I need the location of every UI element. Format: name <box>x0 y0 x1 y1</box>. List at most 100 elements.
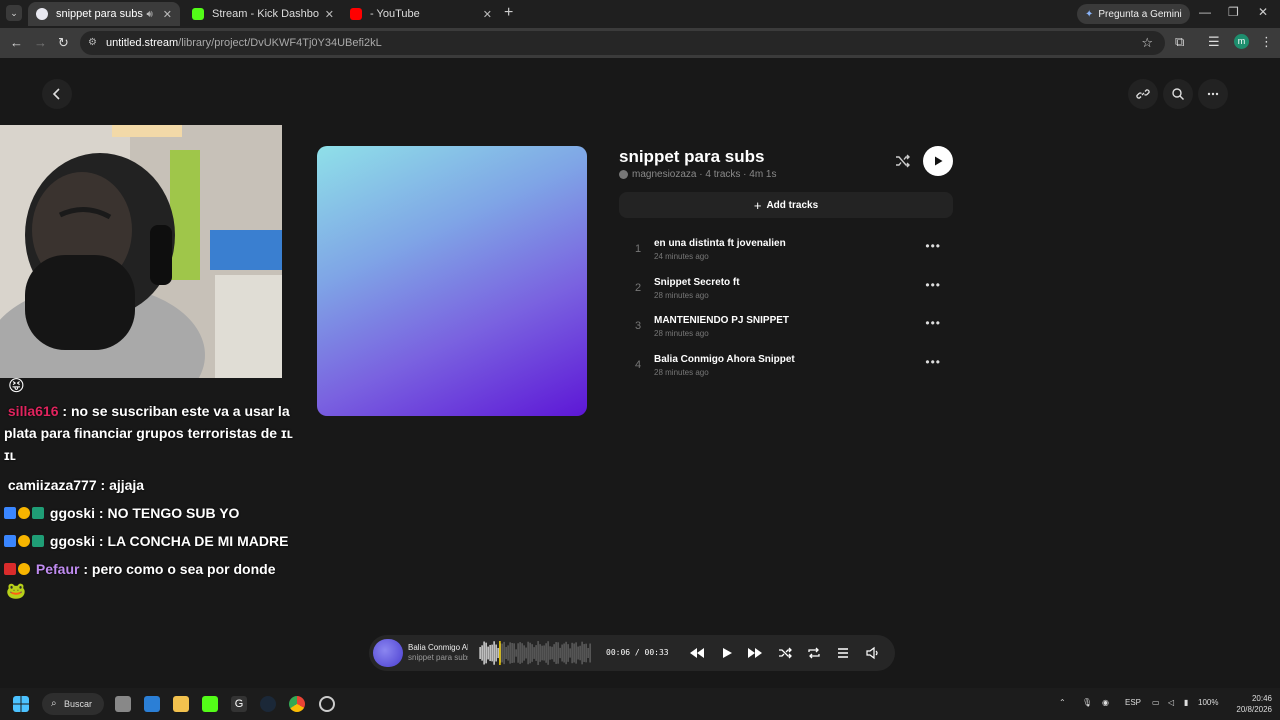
monitor-icon[interactable]: ▭ <box>1152 698 1160 707</box>
obs-icon[interactable] <box>319 696 335 712</box>
waveform-bar <box>567 644 569 662</box>
track-row[interactable]: 3 MANTENIENDO PJ SNIPPET 28 minutes ago … <box>619 308 953 344</box>
bookmark-star-icon[interactable]: ☆ <box>1141 35 1153 51</box>
speaker-icon[interactable]: ◁ <box>1168 698 1174 707</box>
waveform-bar <box>501 643 503 663</box>
waveform-bar <box>505 646 507 660</box>
chrome-icon[interactable] <box>289 696 305 712</box>
copy-link-button[interactable] <box>1128 79 1158 109</box>
close-tab-icon[interactable]: ✕ <box>483 8 492 21</box>
waveform-bar <box>587 647 589 659</box>
browser-tab-bar: ⌄ snippet para subs 🔊︎ ✕ Stream - Kick D… <box>0 0 1280 28</box>
network-icon[interactable]: ◉ <box>1102 698 1109 707</box>
menu-kebab-icon[interactable]: ⋮ <box>1260 34 1273 50</box>
verified-badge-icon <box>4 507 16 519</box>
chat-username: ggoski <box>49 533 96 549</box>
search-button[interactable] <box>1163 79 1193 109</box>
track-more-icon[interactable]: ••• <box>925 316 941 330</box>
close-window-button[interactable]: ✕ <box>1258 5 1268 19</box>
og-badge-icon <box>32 507 44 519</box>
track-more-icon[interactable]: ••• <box>925 355 941 369</box>
track-number: 4 <box>635 359 642 371</box>
profile-avatar[interactable]: m <box>1234 34 1249 49</box>
taskbar-clock[interactable]: 20:46 20/8/2026 <box>1224 693 1272 715</box>
waveform-bar <box>543 645 545 661</box>
taskbar-search[interactable]: ⌕ Buscar <box>42 693 104 715</box>
microphone-icon[interactable]: 🎙︎ <box>1082 698 1092 707</box>
track-row[interactable]: 2 Snippet Secreto ft 28 minutes ago ••• <box>619 270 953 306</box>
more-options-button[interactable] <box>1198 79 1228 109</box>
add-tracks-button[interactable]: + Add tracks <box>619 192 953 218</box>
extensions-icon[interactable]: ⧉ <box>1175 34 1184 50</box>
player-artwork[interactable] <box>373 639 403 667</box>
kick-app-icon[interactable] <box>202 696 218 712</box>
repeat-icon[interactable] <box>806 645 822 661</box>
speaker-icon[interactable]: 🔊︎ <box>146 9 152 20</box>
plus-icon: + <box>753 197 762 213</box>
minimize-button[interactable]: — <box>1199 5 1211 19</box>
waveform-bar <box>561 644 563 662</box>
tray-chevron-up-icon[interactable]: ⌃ <box>1059 698 1066 707</box>
gemini-label: Pregunta a Gemini <box>1098 8 1182 20</box>
language-indicator[interactable]: ESP <box>1125 698 1141 707</box>
tab-kick[interactable]: Stream - Kick Dashboard ✕ <box>184 2 342 26</box>
waveform-bar <box>489 644 491 662</box>
site-info-icon[interactable]: ⚙︎ <box>88 37 100 49</box>
project-meta: magnesiozaza · 4 tracks · 4m 1s <box>619 169 777 180</box>
task-view-icon[interactable] <box>115 696 131 712</box>
waveform-bar <box>535 645 537 661</box>
waveform-bar <box>483 641 485 665</box>
track-row[interactable]: 1 en una distinta ft jovenalien 24 minut… <box>619 231 953 267</box>
track-more-icon[interactable]: ••• <box>925 278 941 292</box>
waveform-bar <box>583 644 585 662</box>
waveform-bar <box>555 642 557 664</box>
shuffle-icon[interactable] <box>777 645 793 661</box>
waveform-bar <box>589 643 591 663</box>
media-control-icon[interactable]: ☰ <box>1208 34 1220 50</box>
close-tab-icon[interactable]: ✕ <box>163 8 172 21</box>
waveform-bar <box>531 644 533 662</box>
track-name: MANTENIENDO PJ SNIPPET <box>654 315 790 326</box>
sub-badge-icon <box>18 507 30 519</box>
url-field[interactable]: ⚙︎ untitled.stream/library/project/DvUKW… <box>80 31 1165 55</box>
waveform-bar <box>585 643 587 663</box>
address-toolbar: ← → ↻ ⚙︎ untitled.stream/library/project… <box>0 28 1280 58</box>
app-window-icon[interactable] <box>144 696 160 712</box>
close-tab-icon[interactable]: ✕ <box>325 8 334 21</box>
volume-icon[interactable] <box>865 645 881 661</box>
chat-username: silla616 <box>7 403 59 419</box>
pepe-emote-icon: 🐸 <box>6 583 26 600</box>
tab-snippet[interactable]: snippet para subs 🔊︎ ✕ <box>28 2 180 26</box>
new-tab-button[interactable]: + <box>504 4 513 22</box>
file-explorer-icon[interactable] <box>173 696 189 712</box>
track-row[interactable]: 4 Balia Conmigo Ahora Snippet 28 minutes… <box>619 347 953 383</box>
play-all-button[interactable] <box>923 146 953 176</box>
play-icon[interactable] <box>719 645 735 661</box>
track-more-icon[interactable]: ••• <box>925 239 941 253</box>
maximize-button[interactable]: ❐ <box>1228 5 1239 19</box>
back-icon[interactable]: ← <box>10 35 23 50</box>
tab-youtube[interactable]: - YouTube ✕ <box>342 2 500 26</box>
shuffle-icon[interactable] <box>894 152 912 170</box>
gemini-button[interactable]: ✦ Pregunta a Gemini <box>1077 4 1190 24</box>
battery-icon[interactable]: ▮ <box>1184 698 1188 707</box>
playhead[interactable] <box>499 641 501 665</box>
queue-icon[interactable] <box>835 645 851 661</box>
tab-title: Stream - Kick Dashboard <box>212 8 319 20</box>
tab-title: - YouTube <box>370 8 420 20</box>
steam-icon[interactable] <box>260 696 276 712</box>
waveform-bar <box>575 642 577 664</box>
waveform-bar <box>539 644 541 662</box>
g-app-icon[interactable]: G <box>231 696 247 712</box>
waveform-scrubber[interactable] <box>479 641 591 665</box>
waveform-bar <box>541 645 543 661</box>
windows-start-icon[interactable] <box>13 696 29 712</box>
rewind-icon[interactable] <box>689 645 705 661</box>
track-number: 1 <box>635 243 642 255</box>
forward-icon[interactable]: → <box>34 35 47 50</box>
reload-icon[interactable]: ↻ <box>58 35 69 51</box>
tab-search-button[interactable]: ⌄ <box>6 5 22 21</box>
player-project-name: snippet para subs <box>408 653 468 662</box>
fast-forward-icon[interactable] <box>747 645 763 661</box>
back-button[interactable] <box>42 79 72 109</box>
